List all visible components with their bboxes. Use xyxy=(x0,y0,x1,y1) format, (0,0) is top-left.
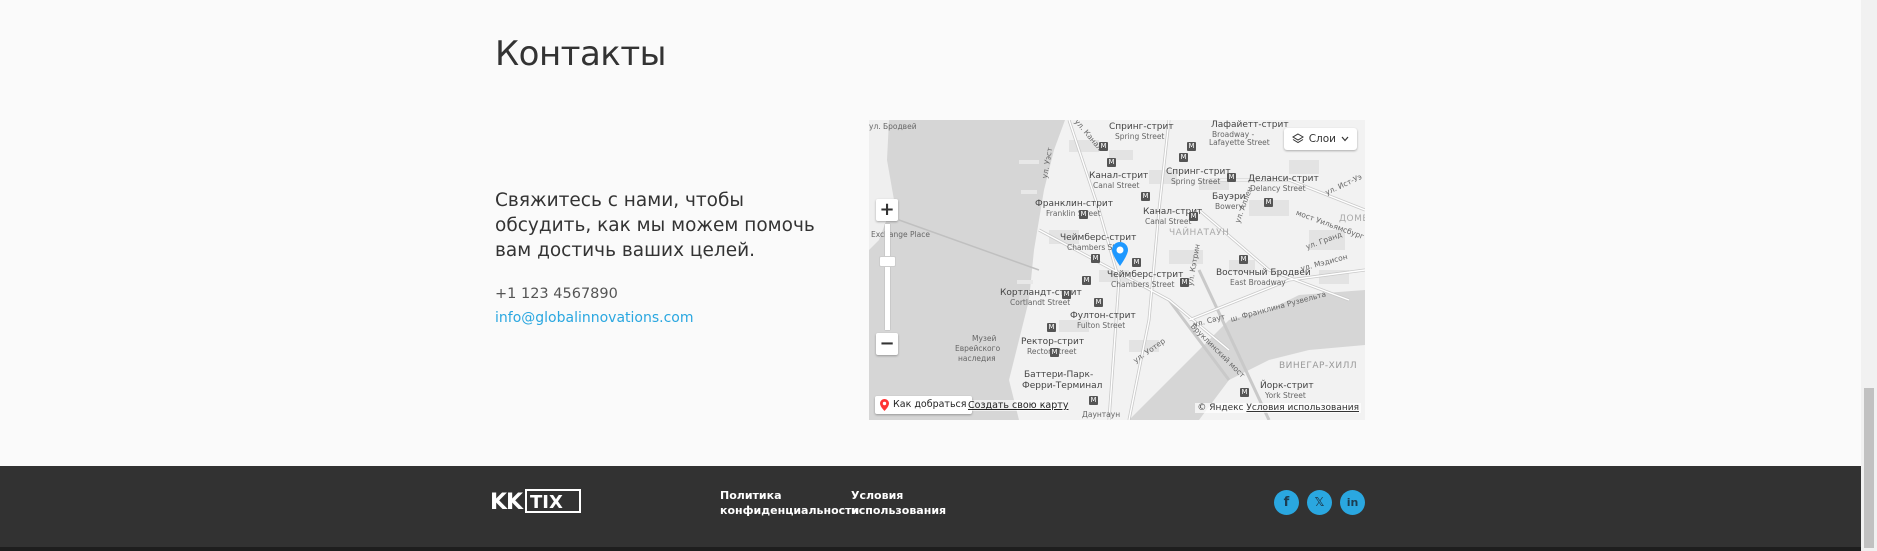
map-label: Lafayette Street xyxy=(1209,138,1270,147)
metro-icon[interactable]: M xyxy=(1107,158,1116,167)
twitter-icon[interactable]: 𝕏 xyxy=(1307,490,1332,515)
logo-text-tix: TIX xyxy=(530,492,563,513)
map-label: Chambers St xyxy=(1067,243,1116,252)
map-label: Фултон-стрит xyxy=(1070,311,1136,321)
privacy-line-2: конфиденциальности xyxy=(720,504,860,517)
route-label: Как добраться xyxy=(893,399,967,410)
kktix-logo[interactable]: KK TIX xyxy=(490,488,582,514)
copyright-text: © Яндекс xyxy=(1197,403,1244,413)
page-scrollbar[interactable] xyxy=(1861,0,1877,551)
metro-icon[interactable]: M xyxy=(1187,142,1196,151)
terms-line-2: использования xyxy=(851,504,947,517)
linkedin-icon[interactable]: in xyxy=(1340,490,1365,515)
metro-icon[interactable]: M xyxy=(1082,276,1091,285)
map-label: Canal Street xyxy=(1093,181,1140,190)
map-label: Спринг-стрит xyxy=(1109,122,1174,132)
logo-text-kk: KK xyxy=(490,490,524,514)
metro-icon[interactable]: M xyxy=(1239,255,1248,264)
scrollbar-thumb[interactable] xyxy=(1864,388,1874,548)
zoom-out-button[interactable]: − xyxy=(876,333,898,355)
map-label: ЧАЙНАТАУН xyxy=(1169,228,1230,238)
map-label: Канал-стрит xyxy=(1089,171,1149,181)
map-label: Йорк-стрит xyxy=(1260,381,1314,391)
map-label: Fulton Street xyxy=(1077,321,1126,330)
map-label: Spring Street xyxy=(1115,132,1165,141)
metro-icon[interactable]: M xyxy=(1227,173,1236,182)
metro-icon[interactable]: M xyxy=(1141,192,1150,201)
contact-tagline: Свяжитесь с нами, чтобы обсудить, как мы… xyxy=(495,190,815,261)
map-label: Canal Street xyxy=(1145,217,1192,226)
map-label: Chambers Street xyxy=(1111,280,1175,289)
map-label: Спринг-стрит xyxy=(1166,167,1231,177)
zoom-slider-track[interactable] xyxy=(885,224,890,330)
metro-icon[interactable]: M xyxy=(1050,348,1059,357)
map-label: наследия xyxy=(958,354,996,363)
map-label: Деланси-стрит xyxy=(1248,174,1319,184)
map-label: Восточный Бродвей xyxy=(1216,268,1311,278)
terms-of-use-link[interactable]: Условия использования xyxy=(1246,403,1359,413)
page: Контакты Свяжитесь с нами, чтобы обсудит… xyxy=(0,0,1861,551)
route-pin-icon xyxy=(880,399,889,411)
metro-icon[interactable]: M xyxy=(1079,210,1088,219)
metro-icon[interactable]: M xyxy=(1091,254,1100,263)
metro-icon[interactable]: M xyxy=(1179,153,1188,162)
map-label: Ферри-Терминал xyxy=(1022,381,1103,391)
metro-icon[interactable]: M xyxy=(1089,396,1098,405)
map-label: ул. Бродвей xyxy=(869,122,917,131)
map-label: Музей xyxy=(972,334,997,343)
yandex-map[interactable]: ул. Канал Спринг-стрит Spring Street Лаф… xyxy=(869,120,1365,420)
metro-icon[interactable]: M xyxy=(1094,298,1103,307)
metro-icon[interactable]: M xyxy=(1047,323,1056,332)
map-label: York Street xyxy=(1265,391,1306,400)
chevron-down-icon xyxy=(1341,136,1349,142)
layers-button[interactable]: Слои xyxy=(1283,128,1357,150)
map-label: Exchange Place xyxy=(871,230,930,239)
map-label: Франклин-стрит xyxy=(1035,199,1114,209)
map-label: Лафайетт-стрит xyxy=(1211,120,1289,130)
email-link[interactable]: info@globalinnovations.com xyxy=(495,310,693,326)
map-label: Чеймберс-стрит xyxy=(1107,270,1184,280)
zoom-slider-handle[interactable] xyxy=(879,256,896,267)
terms-link[interactable]: Условия использования xyxy=(851,488,946,518)
map-label: Spring Street xyxy=(1171,177,1221,186)
zoom-in-button[interactable]: + xyxy=(876,199,898,221)
page-title: Контакты xyxy=(495,34,667,74)
metro-icon[interactable]: M xyxy=(1132,258,1141,267)
metro-icon[interactable]: M xyxy=(1180,278,1189,287)
location-pin-icon[interactable] xyxy=(1112,242,1128,266)
privacy-policy-link[interactable]: Политика конфиденциальности xyxy=(720,488,859,518)
map-label: Ректор-стрит xyxy=(1021,337,1085,347)
privacy-line-1: Политика xyxy=(720,489,782,502)
footer: KK TIX Политика конфиденциальности Услов… xyxy=(0,466,1861,551)
metro-icon[interactable]: M xyxy=(1062,290,1071,299)
map-label: Даунтаун xyxy=(1082,410,1121,419)
create-map-link[interactable]: Создать свою карту xyxy=(968,400,1069,411)
map-label: Franklin Street xyxy=(1046,209,1101,218)
map-label: ДОМБ xyxy=(1339,214,1365,224)
metro-icon[interactable]: M xyxy=(1264,198,1273,207)
map-label: Cortlandt Street xyxy=(1010,298,1071,307)
map-label: Еврейского xyxy=(955,344,1001,353)
map-label: East Broadway xyxy=(1230,278,1286,287)
map-label: Баттери-Парк- xyxy=(1024,370,1094,380)
terms-line-1: Условия xyxy=(851,489,904,502)
layers-icon xyxy=(1291,133,1304,144)
layers-label: Слои xyxy=(1308,133,1336,145)
route-button[interactable]: Как добраться xyxy=(875,396,972,414)
metro-icon[interactable]: M xyxy=(1099,142,1108,151)
metro-icon[interactable]: M xyxy=(1189,212,1198,221)
phone-number: +1 123 4567890 xyxy=(495,286,618,302)
map-label: Delancy Street xyxy=(1250,184,1306,193)
metro-icon[interactable]: M xyxy=(1240,388,1249,397)
facebook-icon[interactable]: f xyxy=(1274,490,1299,515)
map-copyright: © Яндекс Условия использования xyxy=(1195,403,1361,413)
map-label: ВИНЕГАР-ХИЛЛ xyxy=(1279,361,1358,371)
